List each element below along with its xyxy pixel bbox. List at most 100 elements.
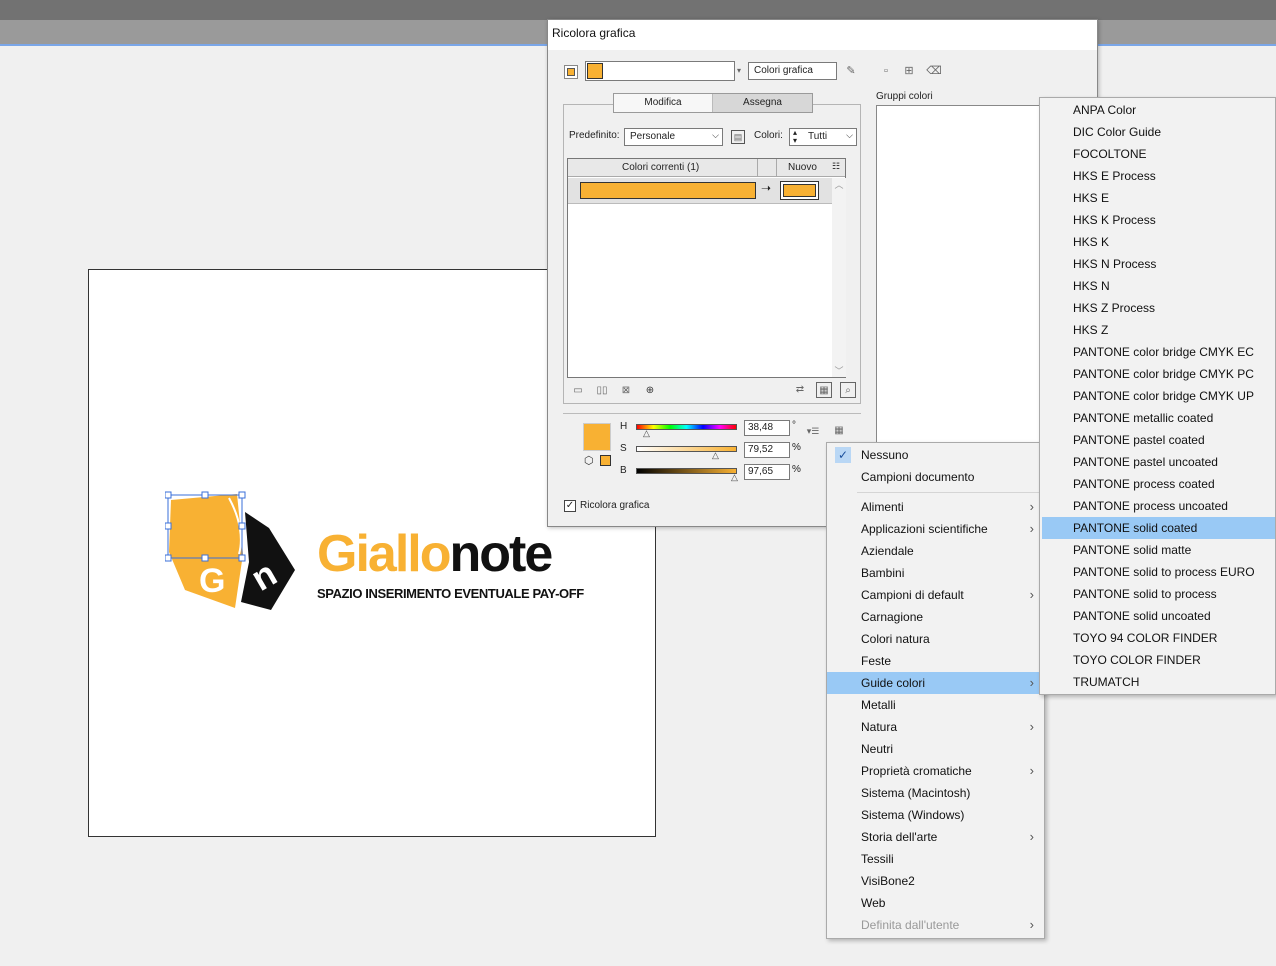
- submenu-item[interactable]: PANTONE color bridge CMYK PC: [1040, 363, 1275, 385]
- scroll-down-icon[interactable]: ﹀: [832, 364, 846, 377]
- selection-handle[interactable]: [238, 554, 246, 562]
- submenu-item[interactable]: HKS Z Process: [1040, 297, 1275, 319]
- menu-item[interactable]: Colori natura: [827, 628, 1044, 650]
- list-menu-icon[interactable]: ▾☰: [805, 423, 821, 439]
- slider-thumb-icon[interactable]: △: [712, 450, 719, 461]
- menu-item[interactable]: Neutri: [827, 738, 1044, 760]
- color-mode-icon[interactable]: ▦: [831, 423, 847, 439]
- current-color-swatch[interactable]: [580, 182, 756, 199]
- submenu-item[interactable]: FOCOLTONE: [1040, 143, 1275, 165]
- colors-select[interactable]: ▴ ▾ Tutti ⌵: [789, 128, 857, 146]
- table-row[interactable]: ➝: [568, 178, 832, 204]
- submenu-item[interactable]: PANTONE solid coated: [1042, 517, 1275, 539]
- menu-item[interactable]: Proprietà cromatiche ›: [827, 760, 1044, 782]
- submenu-item[interactable]: HKS E: [1040, 187, 1275, 209]
- find-color-icon[interactable]: ⌕: [840, 382, 856, 398]
- slider-thumb-icon[interactable]: △: [643, 428, 650, 439]
- stepper-icon[interactable]: ▴ ▾: [793, 129, 797, 145]
- arrow-right-icon[interactable]: ➝: [761, 181, 771, 195]
- menu-item[interactable]: Metalli: [827, 694, 1044, 716]
- submenu-item[interactable]: HKS N: [1040, 275, 1275, 297]
- art-colors-field[interactable]: Colori grafica: [748, 62, 837, 80]
- submenu-item[interactable]: TOYO 94 COLOR FINDER: [1040, 627, 1275, 649]
- tab-assegna[interactable]: Assegna: [713, 94, 812, 112]
- merge-colors-icon[interactable]: ▭: [570, 383, 586, 399]
- selection-handle[interactable]: [165, 554, 172, 562]
- h-value-field[interactable]: 38,48: [744, 420, 790, 436]
- menu-item[interactable]: Storia dell'arte ›: [827, 826, 1044, 848]
- submenu-item[interactable]: PANTONE solid to process: [1040, 583, 1275, 605]
- save-icon[interactable]: ▫: [878, 63, 894, 79]
- menu-item[interactable]: ✓ Nessuno: [827, 444, 1044, 466]
- hue-slider[interactable]: [636, 424, 737, 430]
- menu-item[interactable]: Campioni di default ›: [827, 584, 1044, 606]
- b-value-field[interactable]: 97,65: [744, 464, 790, 480]
- menu-item[interactable]: Sistema (Windows): [827, 804, 1044, 826]
- new-color-cell[interactable]: [780, 181, 819, 200]
- cube-icon[interactable]: ⬡: [584, 454, 594, 467]
- color-group-field[interactable]: [585, 61, 735, 81]
- menu-item[interactable]: Bambini: [827, 562, 1044, 584]
- menu-item[interactable]: Tessili: [827, 848, 1044, 870]
- selection-handle[interactable]: [238, 522, 246, 530]
- recolor-checkbox[interactable]: ✓: [564, 500, 576, 512]
- submenu-item[interactable]: HKS K: [1040, 231, 1275, 253]
- selected-color-swatch[interactable]: [583, 423, 611, 451]
- submenu-item[interactable]: PANTONE pastel coated: [1040, 429, 1275, 451]
- submenu-item[interactable]: PANTONE solid uncoated: [1040, 605, 1275, 627]
- scroll-up-icon[interactable]: ︿: [832, 178, 846, 191]
- small-color-swatch[interactable]: [600, 455, 611, 466]
- separate-colors-icon[interactable]: ▯▯: [594, 383, 610, 399]
- menu-item[interactable]: Carnagione: [827, 606, 1044, 628]
- selection-handle[interactable]: [238, 491, 246, 499]
- new-group-icon[interactable]: ⊞: [901, 63, 917, 79]
- submenu-item[interactable]: PANTONE process uncoated: [1040, 495, 1275, 517]
- column-options-icon[interactable]: ☷: [832, 161, 840, 172]
- exclude-color-icon[interactable]: ⊠: [618, 383, 634, 399]
- tab-modifica[interactable]: Modifica: [614, 94, 713, 112]
- submenu-item[interactable]: PANTONE color bridge CMYK UP: [1040, 385, 1275, 407]
- saturation-slider[interactable]: [636, 446, 737, 452]
- submenu-item[interactable]: TRUMATCH: [1040, 671, 1275, 693]
- submenu-item[interactable]: ANPA Color: [1040, 99, 1275, 121]
- menu-item[interactable]: Web: [827, 892, 1044, 914]
- brightness-slider[interactable]: [636, 468, 737, 474]
- trash-icon[interactable]: ⌫: [926, 63, 942, 79]
- submenu-item[interactable]: HKS Z: [1040, 319, 1275, 341]
- preset-select[interactable]: Personale ⌵: [624, 128, 723, 146]
- selection-handle[interactable]: [201, 491, 209, 499]
- menu-item[interactable]: Alimenti ›: [827, 496, 1044, 518]
- menu-item[interactable]: Campioni documento: [827, 466, 1044, 488]
- submenu-item[interactable]: PANTONE solid to process EURO: [1040, 561, 1275, 583]
- selection-handle[interactable]: [201, 554, 209, 562]
- submenu-item[interactable]: PANTONE metallic coated: [1040, 407, 1275, 429]
- selection-handle[interactable]: [165, 522, 172, 530]
- menu-item[interactable]: Sistema (Macintosh): [827, 782, 1044, 804]
- submenu-item[interactable]: PANTONE color bridge CMYK EC: [1040, 341, 1275, 363]
- new-row-icon[interactable]: ⊕: [642, 383, 658, 399]
- menu-item[interactable]: Natura ›: [827, 716, 1044, 738]
- chevron-down-icon[interactable]: ▾: [734, 63, 744, 79]
- eyedropper-icon[interactable]: ✎: [843, 63, 859, 79]
- submenu-item[interactable]: DIC Color Guide: [1040, 121, 1275, 143]
- mode-toggle-button[interactable]: [564, 65, 578, 79]
- random-order-icon[interactable]: ⇄: [792, 382, 808, 398]
- submenu-item[interactable]: PANTONE pastel uncoated: [1040, 451, 1275, 473]
- menu-item[interactable]: Feste: [827, 650, 1044, 672]
- selection-handle[interactable]: [165, 491, 172, 499]
- menu-item[interactable]: Aziendale: [827, 540, 1044, 562]
- slider-thumb-icon[interactable]: △: [731, 472, 738, 483]
- s-value-field[interactable]: 79,52: [744, 442, 790, 458]
- menu-item[interactable]: VisiBone2: [827, 870, 1044, 892]
- random-saturation-icon[interactable]: ▦: [816, 382, 832, 398]
- submenu-item[interactable]: HKS K Process: [1040, 209, 1275, 231]
- submenu-item[interactable]: HKS E Process: [1040, 165, 1275, 187]
- submenu-item[interactable]: TOYO COLOR FINDER: [1040, 649, 1275, 671]
- menu-item[interactable]: Guide colori ›: [827, 672, 1044, 694]
- table-scrollbar[interactable]: ︿ ﹀: [832, 178, 846, 377]
- logo-graphic[interactable]: G n: [165, 490, 300, 615]
- preset-options-icon[interactable]: ▤: [731, 130, 745, 144]
- menu-item[interactable]: Applicazioni scientifiche ›: [827, 518, 1044, 540]
- submenu-item[interactable]: HKS N Process: [1040, 253, 1275, 275]
- submenu-item[interactable]: PANTONE process coated: [1040, 473, 1275, 495]
